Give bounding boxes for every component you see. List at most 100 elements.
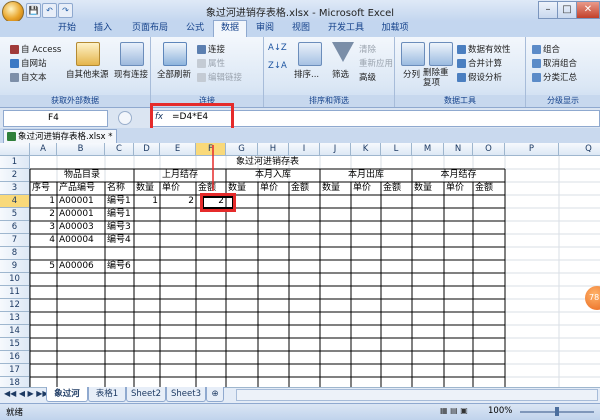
close-button[interactable]: ✕ [576, 1, 600, 19]
reapply-button[interactable]: 重新应用 [359, 57, 393, 69]
group-data-tools: 分列 删除重复项 数据有效性 合并计算 假设分析 数据工具 [395, 37, 526, 107]
tab-formulas[interactable]: 公式 [180, 21, 210, 36]
group-button[interactable]: 组合 [532, 43, 560, 55]
tab-page-layout[interactable]: 页面布局 [128, 21, 172, 36]
advanced-filter-button[interactable]: 高级 [359, 71, 376, 83]
tab-view[interactable]: 视图 [287, 21, 315, 36]
text-to-columns-button[interactable]: 分列 [403, 68, 420, 80]
tab-addins[interactable]: 加载项 [378, 21, 412, 36]
subheader-1[interactable]: 序号 [30, 182, 57, 195]
refresh-all-button[interactable]: 全部刷新 [157, 68, 191, 80]
filter-button[interactable]: 筛选 [332, 68, 349, 80]
cell-name[interactable]: 编号3 [105, 221, 134, 234]
cell-seq[interactable]: 5 [30, 260, 57, 273]
subheader-2[interactable]: 产品编号 [57, 182, 105, 195]
subheader-13[interactable]: 数量 [412, 182, 444, 195]
properties-icon [197, 59, 206, 68]
cell-name[interactable]: 编号1 [105, 208, 134, 221]
filter-icon [332, 42, 354, 62]
tab-data[interactable]: 数据 [213, 20, 247, 38]
maximize-button[interactable]: □ [557, 1, 577, 19]
ribbon: 自 Access 自网站 自文本 自其他来源 现有连接 获取外部数据 全部刷新 … [0, 37, 600, 108]
connections-button[interactable]: 连接 [197, 43, 225, 55]
subheader-11[interactable]: 单价 [351, 182, 381, 195]
what-if-button[interactable]: 假设分析 [457, 71, 502, 83]
consolidate-button[interactable]: 合并计算 [457, 57, 502, 69]
workbook-tab[interactable]: 象过河进销存表格.xlsx * [3, 129, 117, 144]
subheader-3[interactable]: 名称 [105, 182, 134, 195]
cell-product-code[interactable]: A00001 [57, 208, 105, 221]
text-to-columns-icon [401, 42, 425, 66]
ungroup-button[interactable]: 取消组合 [532, 57, 577, 69]
subheader-9[interactable]: 金额 [289, 182, 320, 195]
subtotal-button[interactable]: 分类汇总 [532, 71, 577, 83]
header-month-outbound[interactable]: 本月出库 [320, 169, 412, 182]
window-title: 象过河进销存表格.xlsx - Microsoft Excel [205, 8, 395, 19]
subheader-14[interactable]: 单价 [444, 182, 473, 195]
from-access-button[interactable]: 自 Access [10, 43, 61, 55]
existing-connections-button[interactable]: 现有连接 [114, 68, 148, 80]
sheet-tab-sheet3[interactable]: Sheet3 [166, 387, 206, 402]
group-get-external-data: 自 Access 自网站 自文本 自其他来源 现有连接 获取外部数据 [0, 37, 151, 107]
properties-button[interactable]: 属性 [197, 57, 225, 69]
subheader-10[interactable]: 数量 [320, 182, 351, 195]
sort-button[interactable]: 排序... [294, 68, 319, 80]
sheet-tab-xiangguohe[interactable]: 象过河 [46, 387, 88, 402]
spreadsheet-grid[interactable]: ABCDEFGHIJKLMNOPQ 1 2 3 4 5 6 7 8 9 10 11 12 13 14 15 1… [0, 143, 600, 387]
sheet-tab-table1[interactable]: 表格1 [88, 387, 126, 402]
insert-sheet-icon[interactable]: ⊕ [206, 387, 224, 402]
group-label-outline: 分级显示 [526, 95, 600, 107]
sort-icon [298, 42, 322, 66]
cell-name[interactable]: 编号4 [105, 234, 134, 247]
cell-seq[interactable]: 2 [30, 208, 57, 221]
horizontal-scrollbar[interactable] [236, 389, 598, 401]
cell-seq[interactable]: 1 [30, 195, 57, 208]
subheader-12[interactable]: 金额 [381, 182, 412, 195]
cell-name[interactable]: 编号6 [105, 260, 134, 273]
cell-product-code[interactable]: A00004 [57, 234, 105, 247]
consolidate-icon [457, 59, 466, 68]
from-text-button[interactable]: 自文本 [10, 71, 47, 83]
zoom-slider-thumb[interactable] [555, 407, 559, 416]
refresh-all-icon [163, 42, 187, 66]
sheet-tab-sheet2[interactable]: Sheet2 [126, 387, 166, 402]
annotation-arrow [212, 145, 214, 191]
remove-duplicates-button[interactable]: 删除重复项 [423, 68, 453, 88]
cell-seq[interactable]: 4 [30, 234, 57, 247]
subheader-8[interactable]: 单价 [258, 182, 289, 195]
minimize-button[interactable]: – [538, 1, 558, 19]
header-month-balance[interactable]: 本月结存 [412, 169, 505, 182]
data-validation-button[interactable]: 数据有效性 [457, 43, 511, 55]
header-item-catalog[interactable]: 物品目录 [30, 169, 134, 182]
name-box[interactable]: F4 [3, 110, 108, 127]
group-label-external: 获取外部数据 [0, 95, 150, 107]
group-icon [532, 45, 541, 54]
cell-seq[interactable]: 3 [30, 221, 57, 234]
group-label-sort: 排序和筛选 [264, 95, 394, 107]
sort-ascending-button[interactable]: A↓Z [268, 43, 287, 53]
cell-product-code[interactable]: A00003 [57, 221, 105, 234]
tab-insert[interactable]: 插入 [88, 21, 118, 36]
sort-descending-button[interactable]: Z↓A [268, 61, 287, 71]
edit-links-button[interactable]: 编辑链接 [197, 71, 242, 83]
group-outline: 组合 取消组合 分类汇总 分级显示 [526, 37, 600, 107]
cell-product-code[interactable]: A00006 [57, 260, 105, 273]
sheet-nav-icons[interactable]: ◀◀ ◀ ▶ ▶▶ [4, 389, 49, 398]
tab-developer[interactable]: 开发工具 [324, 21, 368, 36]
cell-name[interactable]: 编号1 [105, 195, 134, 208]
header-month-inbound[interactable]: 本月入库 [226, 169, 320, 182]
from-text-label: 自文本 [21, 73, 47, 83]
cell-product-code[interactable]: A00001 [57, 195, 105, 208]
tab-review[interactable]: 审阅 [251, 21, 279, 36]
subheader-15[interactable]: 金额 [473, 182, 505, 195]
view-mode-icons[interactable]: ▦ ▤ ▣ [440, 406, 468, 415]
tab-home[interactable]: 开始 [52, 21, 82, 36]
formula-cancel-icon[interactable] [118, 111, 132, 125]
sheet-title[interactable]: 象过河进销存表 [30, 156, 505, 169]
other-sources-button[interactable]: 自其他来源 [66, 68, 109, 80]
formula-highlight-box [150, 103, 234, 131]
clear-button[interactable]: 清除 [359, 43, 376, 55]
from-web-button[interactable]: 自网站 [10, 57, 47, 69]
connections-label: 连接 [208, 45, 226, 55]
zoom-level[interactable]: 100% [488, 406, 512, 416]
